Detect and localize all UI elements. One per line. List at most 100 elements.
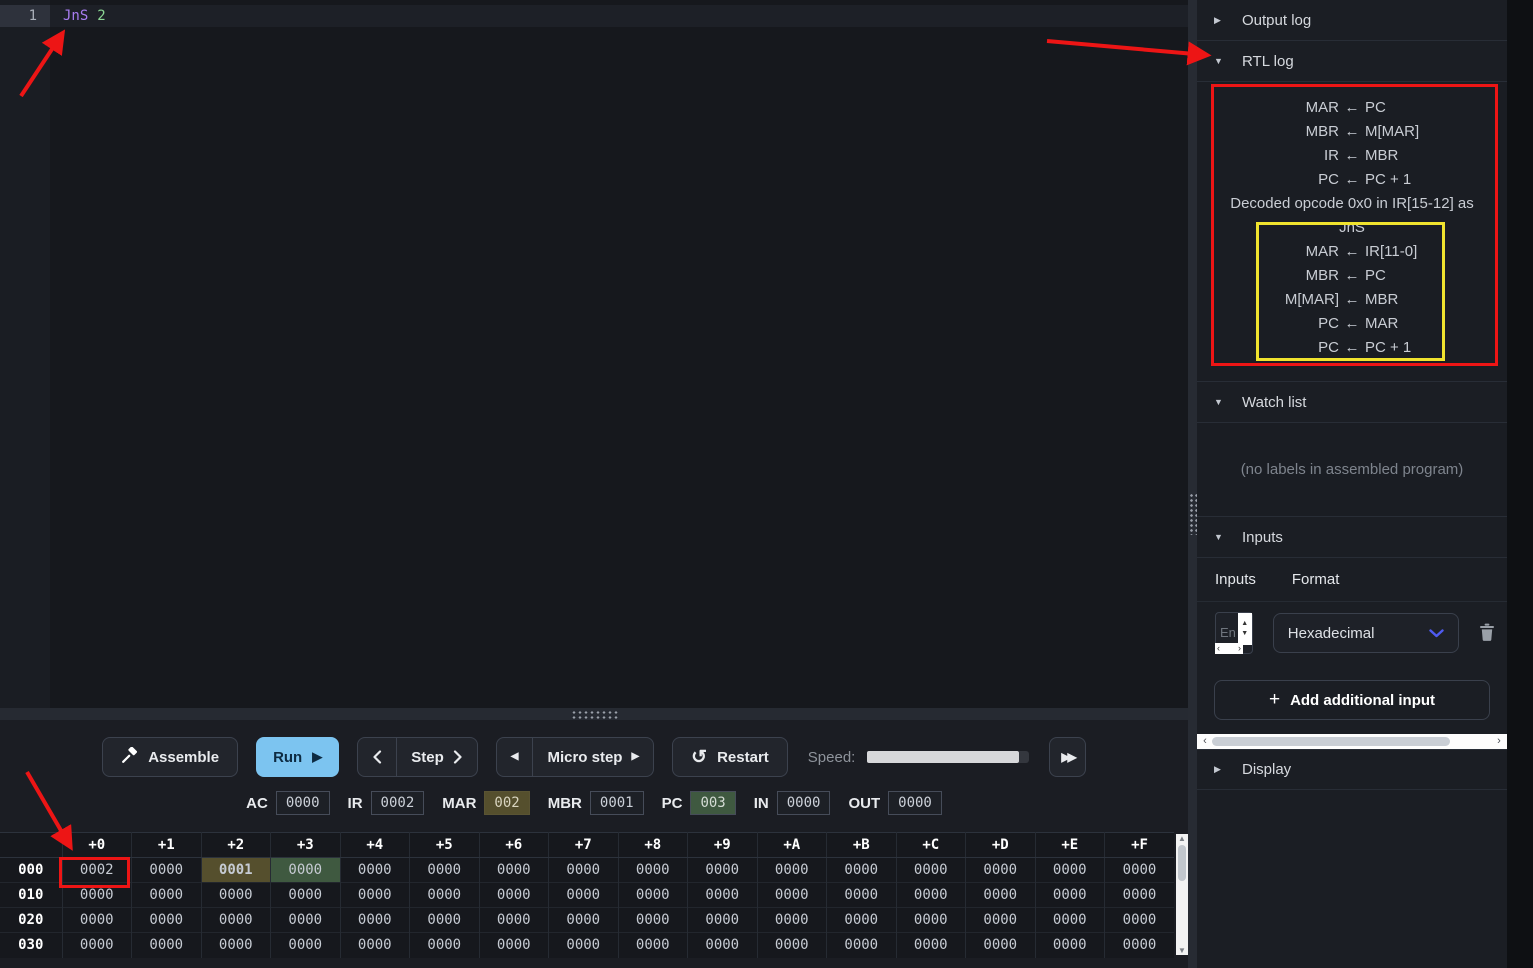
scrollbar-thumb[interactable] [1212,737,1450,746]
editor-line[interactable]: JnS2 [50,5,1188,27]
register-value[interactable]: 0002 [371,791,425,815]
spinner-down-icon[interactable]: ▼ [1241,629,1248,639]
memory-cell[interactable]: 0000 [410,933,480,958]
memory-cell[interactable]: 0000 [966,933,1036,958]
section-display[interactable]: ▶ Display [1197,749,1507,790]
code-editor[interactable]: 1 JnS2 [0,0,1188,708]
section-watch-list[interactable]: ▼ Watch list [1197,382,1507,423]
memory-cell[interactable]: 0000 [618,908,688,933]
memory-cell[interactable]: 0000 [688,858,758,883]
register-value[interactable]: 0000 [276,791,330,815]
memory-cell[interactable]: 0000 [896,933,966,958]
memory-cell[interactable]: 0000 [966,908,1036,933]
memory-cell[interactable]: 0000 [966,883,1036,908]
sidebar-horizontal-scrollbar[interactable]: ‹ › [1197,734,1507,749]
memory-cell[interactable]: 0000 [618,883,688,908]
memory-cell[interactable]: 0000 [201,933,271,958]
memory-cell[interactable]: 0000 [479,908,549,933]
memory-cell[interactable]: 0000 [271,883,341,908]
scroll-right-icon[interactable]: › [1493,736,1505,747]
memory-cell[interactable]: 0000 [1105,908,1175,933]
memory-cell[interactable]: 0000 [618,858,688,883]
memory-cell[interactable]: 0000 [966,858,1036,883]
memory-cell[interactable]: 0001 [201,858,271,883]
memory-cell[interactable]: 0000 [340,858,410,883]
memory-cell[interactable]: 0000 [410,883,480,908]
input-mini-scrollbar[interactable]: ‹ › [1215,643,1243,654]
memory-cell[interactable]: 0000 [201,883,271,908]
scroll-left-icon[interactable]: ‹ [1199,736,1211,747]
memory-cell[interactable]: 0000 [757,883,827,908]
memory-cell[interactable]: 0000 [479,883,549,908]
memory-cell[interactable]: 0000 [549,883,619,908]
memory-cell[interactable]: 0000 [62,908,132,933]
memory-cell[interactable]: 0000 [827,858,897,883]
step-forward-button[interactable]: Step [397,738,477,776]
memory-cell[interactable]: 0002 [62,858,132,883]
memory-cell[interactable]: 0000 [1105,933,1175,958]
input-value-field[interactable]: En ▲ ▼ ‹ › [1215,612,1253,654]
memory-cell[interactable]: 0000 [757,933,827,958]
section-output-log[interactable]: ▶ Output log [1197,0,1507,41]
memory-cell[interactable]: 0000 [549,908,619,933]
section-rtl-log[interactable]: ▼ RTL log [1197,41,1507,82]
spinner-up-icon[interactable]: ▲ [1241,619,1248,629]
memory-cell[interactable]: 0000 [757,858,827,883]
delete-input-button[interactable] [1479,623,1495,644]
scroll-left-icon[interactable]: ‹ [1217,644,1220,653]
speed-slider[interactable] [867,751,1019,763]
run-button[interactable]: Run ▶ [256,737,339,777]
memory-cell[interactable]: 0000 [827,908,897,933]
memory-cell[interactable]: 0000 [1035,908,1105,933]
register-value[interactable]: 003 [690,791,735,815]
memory-cell[interactable]: 0000 [132,883,202,908]
memory-cell[interactable]: 0000 [896,858,966,883]
memory-cell[interactable]: 0000 [549,933,619,958]
memory-cell[interactable]: 0000 [757,908,827,933]
memory-cell[interactable]: 0000 [827,883,897,908]
memory-cell[interactable]: 0000 [1035,933,1105,958]
register-value[interactable]: 0000 [888,791,942,815]
memory-cell[interactable]: 0000 [340,933,410,958]
memory-cell[interactable]: 0000 [132,908,202,933]
memory-cell[interactable]: 0000 [132,858,202,883]
section-inputs[interactable]: ▼ Inputs [1197,517,1507,558]
micro-step-back-button[interactable]: ◀ [497,738,533,776]
memory-cell[interactable]: 0000 [688,883,758,908]
add-additional-input-button[interactable]: + Add additional input [1214,680,1490,720]
assemble-button[interactable]: Assemble [102,737,238,777]
memory-cell[interactable]: 0000 [479,858,549,883]
memory-cell[interactable]: 0000 [618,933,688,958]
fast-forward-button[interactable]: ▶▶ [1049,737,1085,777]
restart-button[interactable]: ↺ Restart [672,737,788,777]
memory-cell[interactable]: 0000 [271,933,341,958]
scroll-up-icon[interactable]: ▲ [1178,834,1186,843]
memory-cell[interactable]: 0000 [688,933,758,958]
memory-cell[interactable]: 0000 [410,858,480,883]
step-back-button[interactable] [358,738,396,776]
memory-cell[interactable]: 0000 [62,883,132,908]
micro-step-forward-button[interactable]: Micro step ▶ [533,738,653,776]
memory-cell[interactable]: 0000 [201,908,271,933]
scrollbar-thumb[interactable] [1178,845,1186,881]
memory-cell[interactable]: 0000 [132,933,202,958]
register-value[interactable]: 0000 [777,791,831,815]
memory-cell[interactable]: 0000 [271,908,341,933]
memory-cell[interactable]: 0000 [549,858,619,883]
memory-cell[interactable]: 0000 [827,933,897,958]
memory-cell[interactable]: 0000 [340,883,410,908]
editor-panel-splitter[interactable] [0,708,1188,720]
format-select[interactable]: Hexadecimal [1273,613,1459,653]
memory-cell[interactable]: 0000 [271,858,341,883]
register-value[interactable]: 002 [484,791,529,815]
register-value[interactable]: 0001 [590,791,644,815]
memory-cell[interactable]: 0000 [1035,883,1105,908]
scroll-right-icon[interactable]: › [1238,644,1241,653]
memory-scrollbar[interactable]: ▲ ▼ [1176,834,1188,955]
memory-cell[interactable]: 0000 [896,908,966,933]
memory-cell[interactable]: 0000 [896,883,966,908]
sidebar-splitter[interactable] [1188,0,1197,968]
memory-cell[interactable]: 0000 [1105,883,1175,908]
memory-cell[interactable]: 0000 [62,933,132,958]
memory-cell[interactable]: 0000 [479,933,549,958]
